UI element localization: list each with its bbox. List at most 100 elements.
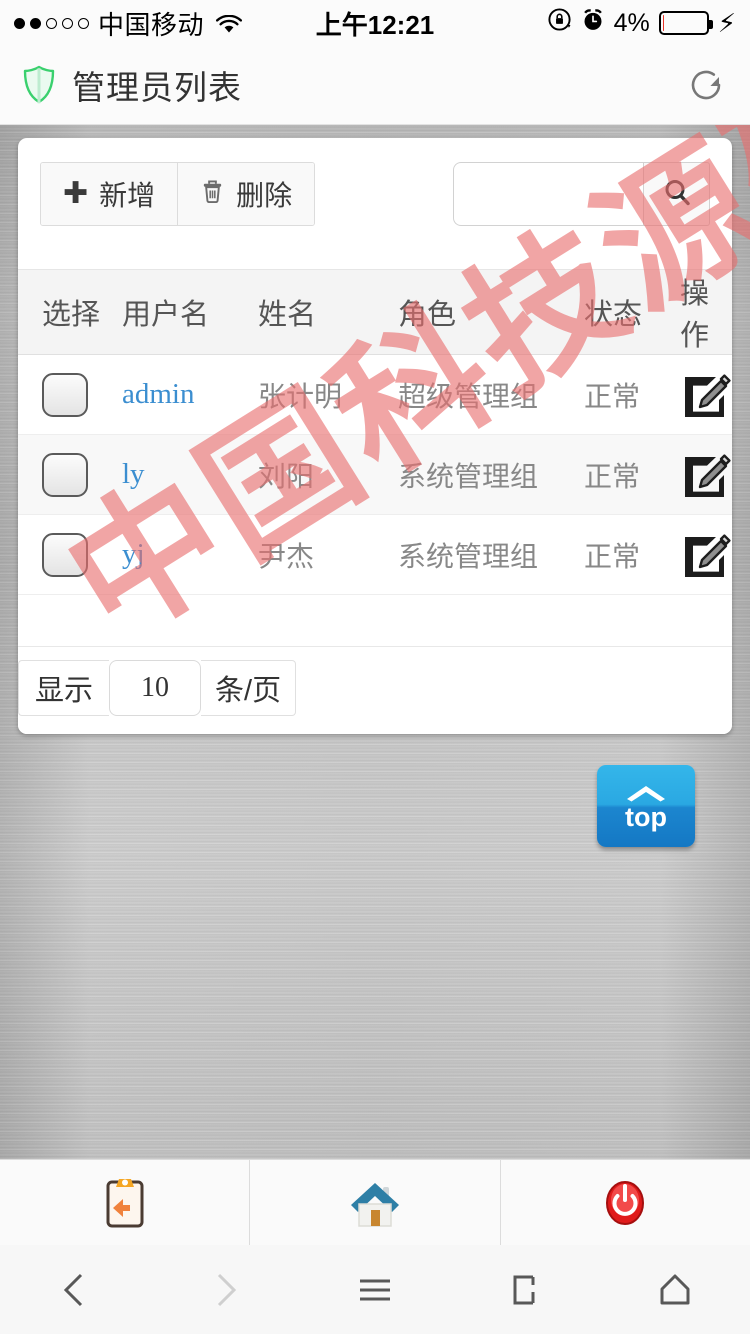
column-header-name: 姓名 [258,269,398,355]
row-role-cell: 系统管理组 [398,434,584,515]
browser-navbar [0,1245,750,1334]
bottom-toolbar [0,1159,750,1245]
row-role-cell: 超级管理组 [398,354,584,435]
battery-fill [662,15,665,31]
table-spacer-row [18,594,732,647]
row-action-cell [680,434,732,515]
refresh-icon[interactable] [684,63,728,107]
edit-pencil-icon[interactable] [680,529,732,581]
username-link[interactable]: admin [122,378,195,410]
lightning-bolt-icon: ⚡ [717,7,736,38]
battery-percent-label: 4% [613,8,650,37]
signal-dot [78,17,89,29]
home-house-icon [346,1174,404,1232]
plus-icon: ✚ [63,177,89,210]
chevron-up-icon [623,782,669,802]
edit-pencil-icon[interactable] [680,369,732,421]
username-link[interactable]: ly [122,458,145,490]
status-bar: 中国移动 上午12:21 4% ⚡ [0,0,750,46]
home-button[interactable] [249,1160,499,1245]
row-select-cell [18,514,122,595]
action-button-group: ✚ 新增 删除 [40,162,316,226]
signal-dot [62,17,73,29]
row-select-cell [18,434,122,515]
rotation-lock-icon [547,7,572,39]
row-status-cell: 正常 [584,434,680,515]
column-header-select: 选择 [18,269,122,355]
row-name-cell: 张计明 [258,354,398,435]
table-spacer-cell [18,594,732,647]
table-row[interactable]: yj 尹杰 系统管理组 正常 [18,514,732,595]
status-left: 中国移动 [14,5,243,42]
table-head: 选择 用户名 姓名 角色 状态 操作 [18,269,732,355]
edit-pencil-icon[interactable] [680,449,732,501]
home-outline-icon [651,1266,699,1314]
return-button[interactable] [0,1160,249,1245]
table-header-row: 选择 用户名 姓名 角色 状态 操作 [18,269,732,355]
page-size-input[interactable] [109,660,202,716]
row-username-cell: admin [122,354,258,435]
search-input[interactable] [453,162,643,226]
row-action-cell [680,514,732,595]
wifi-icon [215,13,243,33]
nav-home-button[interactable] [600,1266,750,1314]
table-body: admin 张计明 超级管理组 正常 ly 刘阳 系统管理组 正常 yj 尹杰 … [18,354,732,647]
row-username-cell: yj [122,514,258,595]
clipboard-back-icon [96,1174,154,1232]
search-button[interactable] [643,162,710,226]
signal-dot [30,17,41,29]
add-button[interactable]: ✚ 新增 [41,163,178,225]
signal-dot [46,17,57,29]
delete-button[interactable]: 删除 [177,163,315,225]
page-title: 管理员列表 [72,69,242,106]
power-off-icon [596,1174,654,1232]
nav-menu-button[interactable] [300,1266,450,1314]
row-name-cell: 刘阳 [258,434,398,515]
row-status-cell: 正常 [584,514,680,595]
admin-table: 选择 用户名 姓名 角色 状态 操作 admin 张计明 超级管理组 正常 ly… [18,269,732,647]
signal-strength-dots [14,17,89,29]
nav-tabs-button[interactable] [450,1266,600,1314]
trash-icon [200,177,225,211]
row-name-cell: 尹杰 [258,514,398,595]
column-header-status: 状态 [584,269,680,355]
column-header-role: 角色 [398,269,584,355]
tabs-page-icon [501,1266,549,1314]
add-button-label: 新增 [99,180,156,211]
logout-button[interactable] [499,1160,750,1245]
page-body: ✚ 新增 删除 选择 用户名 姓名 角色 状态 操作 admin 张计明 超级管… [0,125,750,1159]
table-row[interactable]: ly 刘阳 系统管理组 正常 [18,434,732,515]
row-status-cell: 正常 [584,354,680,435]
checkbox-unchecked[interactable] [42,372,88,417]
row-action-cell [680,354,732,435]
alarm-clock-icon [581,8,605,39]
back-to-top-button[interactable]: top [597,765,695,847]
column-header-username: 用户名 [122,269,258,355]
pager-prefix-label: 显示 [18,660,110,716]
card-toolbar: ✚ 新增 删除 [18,138,732,269]
search-area [453,162,710,226]
signal-dot [14,17,25,29]
pager-suffix-label: 条/页 [201,660,297,716]
table-row[interactable]: admin 张计明 超级管理组 正常 [18,354,732,435]
checkbox-unchecked[interactable] [42,532,88,577]
checkbox-unchecked[interactable] [42,452,88,497]
nav-forward-button[interactable] [150,1266,300,1314]
pagination-bar: 显示 条/页 [18,647,732,734]
chevron-left-icon [51,1266,99,1314]
chevron-right-icon [201,1266,249,1314]
battery-icon [658,11,713,35]
carrier-label: 中国移动 [98,9,205,40]
username-link[interactable]: yj [122,538,145,570]
hamburger-menu-icon [351,1266,399,1314]
row-select-cell [18,354,122,435]
admin-list-card: ✚ 新增 删除 选择 用户名 姓名 角色 状态 操作 admin 张计明 超级管… [18,138,732,734]
shield-icon [22,65,56,105]
search-icon [661,176,693,213]
back-to-top-label: top [625,801,667,832]
column-header-action: 操作 [680,269,732,355]
row-username-cell: ly [122,434,258,515]
nav-back-button[interactable] [0,1266,150,1314]
delete-button-label: 删除 [236,180,293,211]
row-role-cell: 系统管理组 [398,514,584,595]
